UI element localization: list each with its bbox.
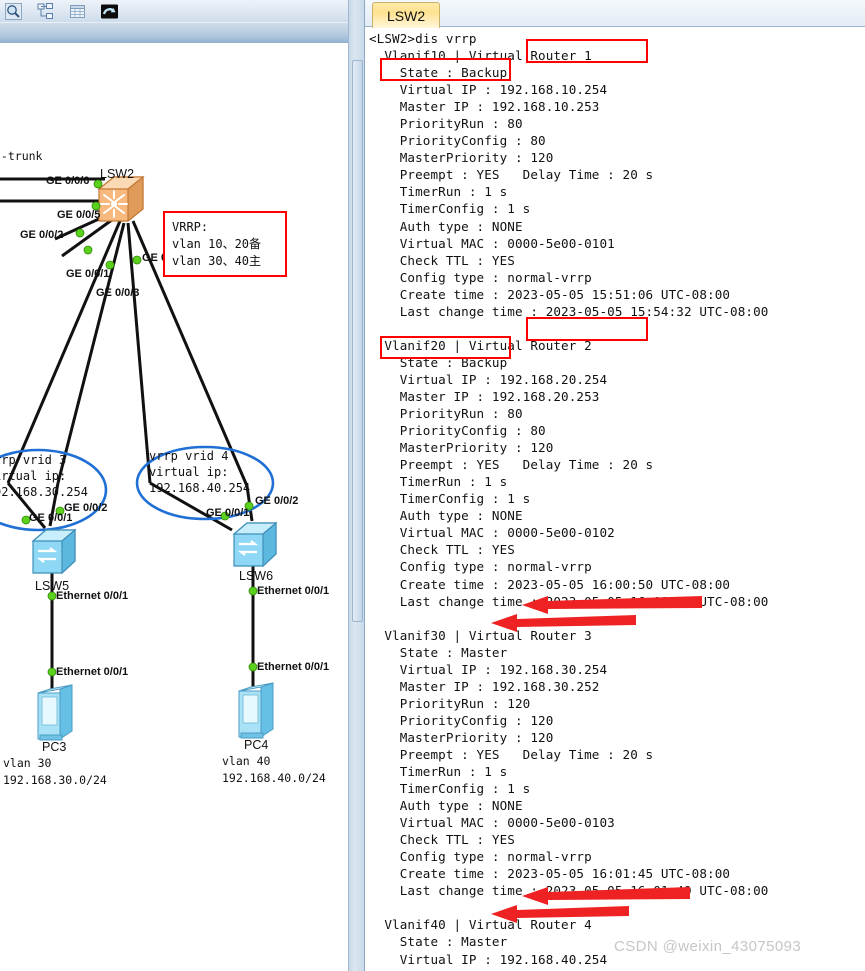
node-label-lsw6: LSW6 xyxy=(239,569,274,583)
ensp-window: h-trunk LSW2 GE 0/0/6 GE 0/0/5 GE 0/0/2 … xyxy=(0,0,865,971)
oval-label-vrid3: rrp vrid 3 irtual ip: 92.168.30.254 xyxy=(0,453,88,499)
port-label-lsw5-eth0-0-1: Ethernet 0/0/1 xyxy=(56,590,129,602)
port-label-lsw6-ge0-0-2: GE 0/0/2 xyxy=(255,495,299,507)
pc3-network-label: 192.168.30.0/24 xyxy=(3,773,107,787)
pc3-vlan-label: vlan 30 xyxy=(3,756,52,770)
port-label-lsw6-eth0-0-1: Ethernet 0/0/1 xyxy=(257,585,330,597)
grid-icon[interactable] xyxy=(66,1,88,21)
tabstrip: LSW2 xyxy=(365,0,865,28)
port-label-ge0-0-6: GE 0/0/6 xyxy=(46,175,90,187)
tab-lsw2[interactable]: LSW2 xyxy=(372,2,441,28)
console-panel: LSW2 <LSW2>dis vrrp Vlanif10 | Virtual R… xyxy=(365,0,865,971)
pc4-vlan-label: vlan 40 xyxy=(222,754,271,768)
vrrp-note-text: VRRP: vlan 10、20备 vlan 30、40主 xyxy=(172,220,262,268)
topology-panel: h-trunk LSW2 GE 0/0/6 GE 0/0/5 GE 0/0/2 … xyxy=(0,0,348,971)
capture-icon[interactable] xyxy=(98,1,120,21)
port-label-pc3-eth0-0-1: Ethernet 0/0/1 xyxy=(56,666,129,678)
toolbar-separator xyxy=(0,22,348,44)
csdn-watermark: CSDN @weixin_43075093 xyxy=(614,938,802,955)
toolbar xyxy=(0,0,348,22)
node-label-lsw2: LSW2 xyxy=(100,167,135,181)
topology-canvas[interactable]: h-trunk LSW2 GE 0/0/6 GE 0/0/5 GE 0/0/2 … xyxy=(0,43,348,971)
port-label-lsw6-ge0-0-1: GE 0/0/1 xyxy=(206,507,250,519)
port-label-ge0-0-3: GE 0/0/3 xyxy=(96,287,140,299)
port-label-ge0-0-2: GE 0/0/2 xyxy=(20,229,64,241)
scrollbar-thumb[interactable] xyxy=(352,60,363,622)
console-output[interactable]: <LSW2>dis vrrp Vlanif10 | Virtual Router… xyxy=(365,28,865,971)
panel-divider-scrollbar[interactable] xyxy=(348,0,365,971)
node-label-pc4: PC4 xyxy=(244,738,269,752)
port-label-ge0-0-5: GE 0/0/5 xyxy=(57,209,101,221)
tab-label: LSW2 xyxy=(387,7,426,24)
console-text: <LSW2>dis vrrp Vlanif10 | Virtual Router… xyxy=(369,31,769,971)
vrrp-note-box: VRRP: vlan 10、20备 vlan 30、40主 xyxy=(163,211,287,277)
trunk-label: h-trunk xyxy=(0,149,43,163)
oval-label-vrid4: vrrp vrid 4 virtual ip: 192.168.40.254 xyxy=(149,449,251,495)
node-label-pc3: PC3 xyxy=(42,740,67,754)
port-label-lsw5-ge0-0-2: GE 0/0/2 xyxy=(64,502,108,514)
port-label-ge0-0-1: GE 0/0/1 xyxy=(66,268,110,280)
pc4-network-label: 192.168.40.0/24 xyxy=(222,771,326,785)
zoom-icon[interactable] xyxy=(2,1,24,21)
port-label-pc4-eth0-0-1: Ethernet 0/0/1 xyxy=(257,661,330,673)
topology-icon[interactable] xyxy=(34,1,56,21)
